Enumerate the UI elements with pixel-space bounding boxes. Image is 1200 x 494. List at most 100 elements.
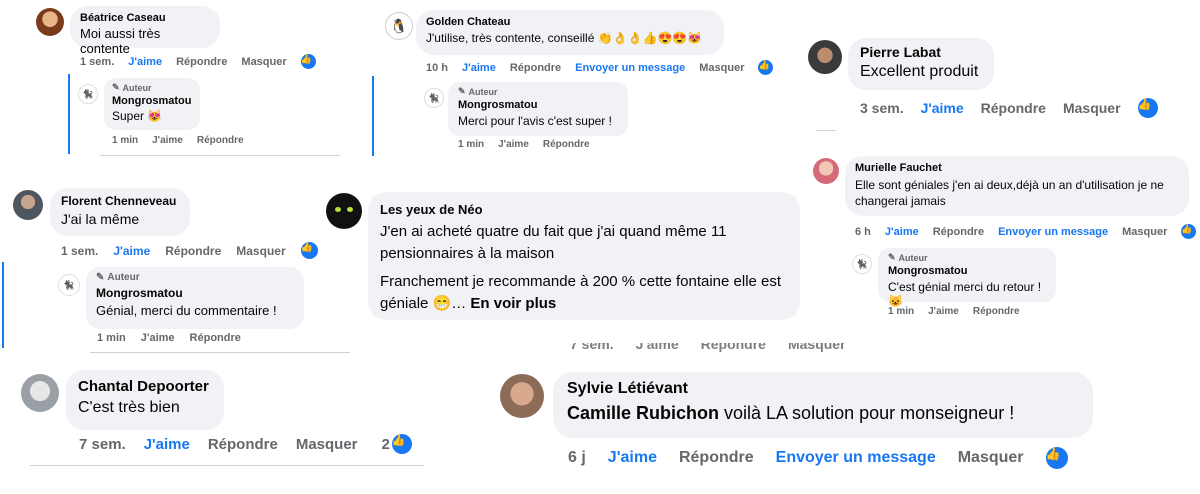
see-more-link[interactable]: En voir plus [470, 295, 556, 312]
mention-link[interactable]: Camille Rubichon [567, 403, 719, 423]
like-count[interactable]: 2 [382, 436, 390, 453]
commenter-name[interactable]: Chantal Depoorter [78, 378, 212, 395]
reply-bubble: ✎ Auteur Mongrosmatou Super 😻 [104, 78, 200, 130]
divider [100, 155, 340, 156]
timestamp[interactable]: 6 j [568, 449, 586, 467]
comment-actions: 3 sem. J'aime Répondre Masquer 👍 [860, 98, 1158, 118]
commenter-name[interactable]: Béatrice Caseau [80, 12, 210, 24]
timestamp[interactable]: 1 sem. [80, 56, 114, 68]
commenter-name[interactable]: Sylvie Létiévant [567, 380, 1079, 398]
avatar[interactable]: 🐈‍⬛ [58, 274, 80, 296]
author-label: Auteur [122, 82, 152, 93]
comment-text: Franchement je recommande à 200 % cette … [380, 273, 782, 312]
comment-bubble: Golden Chateau J'utilise, très contente,… [416, 10, 724, 55]
avatar[interactable] [21, 374, 59, 412]
like-button[interactable]: J'aime [928, 306, 959, 317]
reply-button[interactable]: Répondre [543, 139, 590, 150]
timestamp[interactable]: 3 sem. [860, 100, 904, 116]
like-reaction-icon: 👍 [300, 54, 316, 69]
avatar[interactable]: 🐈‍⬛ [78, 84, 98, 104]
comment-bubble: Béatrice Caseau Moi aussi très contente [70, 6, 220, 56]
commenter-name[interactable]: Mongrosmatou [96, 286, 294, 300]
timestamp[interactable]: 1 min [888, 306, 914, 317]
commenter-name[interactable]: Florent Chenneveau [61, 194, 179, 208]
reply-actions: 1 min J'aime Répondre [888, 306, 1020, 317]
like-reaction-icon: 👍 [1181, 224, 1197, 239]
like-button[interactable]: J'aime [608, 449, 657, 467]
timestamp[interactable]: 1 min [458, 139, 484, 150]
avatar[interactable] [13, 190, 43, 220]
author-badge: ✎ Auteur [96, 272, 294, 283]
avatar[interactable] [813, 158, 839, 184]
avatar[interactable]: 🐈‍⬛ [852, 254, 872, 274]
reply-button[interactable]: Répondre [973, 306, 1020, 317]
like-button[interactable]: J'aime [462, 62, 496, 74]
reply-button[interactable]: Répondre [197, 135, 244, 146]
reply-button[interactable]: Répondre [190, 332, 241, 344]
pencil-icon: ✎ [96, 272, 105, 283]
commenter-name[interactable]: Mongrosmatou [458, 99, 618, 111]
pencil-icon: ✎ [458, 86, 466, 96]
commenter-name[interactable]: Mongrosmatou [112, 95, 192, 107]
avatar[interactable]: 🐈‍⬛ [424, 88, 444, 108]
commenter-name[interactable]: Les yeux de Néo [380, 202, 788, 217]
timestamp[interactable]: 10 h [426, 62, 448, 74]
avatar[interactable] [808, 40, 842, 74]
reply-button[interactable]: Répondre [679, 449, 754, 467]
send-message-button[interactable]: Envoyer un message [776, 449, 936, 467]
comment-actions: 6 h J'aime Répondre Envoyer un message M… [855, 224, 1197, 239]
commenter-name[interactable]: Pierre Labat [860, 44, 982, 60]
comment-actions: 7 sem. J'aime Répondre Masquer 2 👍 [79, 434, 412, 454]
reply-bubble: ✎ Auteur Mongrosmatou Génial, merci du c… [86, 267, 304, 329]
cat-eyes-icon [335, 207, 353, 213]
like-button: J'aime [635, 343, 679, 352]
author-badge: ✎ Auteur [888, 252, 1046, 263]
timestamp[interactable]: 1 min [112, 135, 138, 146]
reply-button[interactable]: Répondre [981, 100, 1046, 116]
like-reaction-icon: 👍 [300, 242, 318, 259]
avatar[interactable]: 🐧 [385, 12, 413, 40]
hide-button[interactable]: Masquer [296, 436, 358, 453]
timestamp[interactable]: 1 sem. [61, 244, 98, 258]
like-button[interactable]: J'aime [141, 332, 175, 344]
comment-bubble: Sylvie Létiévant Camille Rubichon voilà … [553, 372, 1093, 438]
like-button[interactable]: J'aime [921, 100, 964, 116]
hide-button[interactable]: Masquer [958, 449, 1024, 467]
reply-button[interactable]: Répondre [933, 226, 984, 238]
hide-button[interactable]: Masquer [1122, 226, 1167, 238]
comment-text: Moi aussi très contente [80, 26, 161, 56]
author-label: Auteur [107, 272, 140, 283]
comment-bubble: Chantal Depoorter C'est très bien [66, 370, 224, 430]
like-button[interactable]: J'aime [152, 135, 183, 146]
reply-button[interactable]: Répondre [176, 56, 227, 68]
avatar[interactable] [500, 374, 544, 418]
commenter-name[interactable]: Mongrosmatou [888, 265, 1046, 277]
comment-bubble: Florent Chenneveau J'ai la même [50, 188, 190, 236]
like-button[interactable]: J'aime [113, 244, 150, 258]
send-message-button[interactable]: Envoyer un message [575, 62, 685, 74]
send-message-button[interactable]: Envoyer un message [998, 226, 1108, 238]
like-button[interactable]: J'aime [498, 139, 529, 150]
avatar[interactable] [326, 193, 362, 229]
comment-text: C'est très bien [78, 399, 180, 416]
hide-button[interactable]: Masquer [1063, 100, 1121, 116]
timestamp[interactable]: 1 min [97, 332, 126, 344]
timestamp[interactable]: 7 sem. [79, 436, 126, 453]
comment-bubble: Pierre Labat Excellent produit [848, 38, 994, 90]
like-button[interactable]: J'aime [885, 226, 919, 238]
avatar[interactable] [36, 8, 64, 36]
commenter-name[interactable]: Murielle Fauchet [855, 162, 1179, 174]
like-button[interactable]: J'aime [144, 436, 190, 453]
reply-button[interactable]: Répondre [165, 244, 221, 258]
reply-bubble: ✎ Auteur Mongrosmatou Merci pour l'avis … [448, 82, 628, 136]
hide-button[interactable]: Masquer [241, 56, 286, 68]
like-button[interactable]: J'aime [128, 56, 162, 68]
commenter-name[interactable]: Golden Chateau [426, 16, 714, 28]
like-reaction-icon: 👍 [758, 60, 774, 75]
comment-actions: 6 j J'aime Répondre Envoyer un message M… [568, 447, 1068, 469]
reply-button[interactable]: Répondre [510, 62, 561, 74]
hide-button[interactable]: Masquer [236, 244, 285, 258]
hide-button[interactable]: Masquer [699, 62, 744, 74]
timestamp[interactable]: 6 h [855, 226, 871, 238]
reply-button[interactable]: Répondre [208, 436, 278, 453]
